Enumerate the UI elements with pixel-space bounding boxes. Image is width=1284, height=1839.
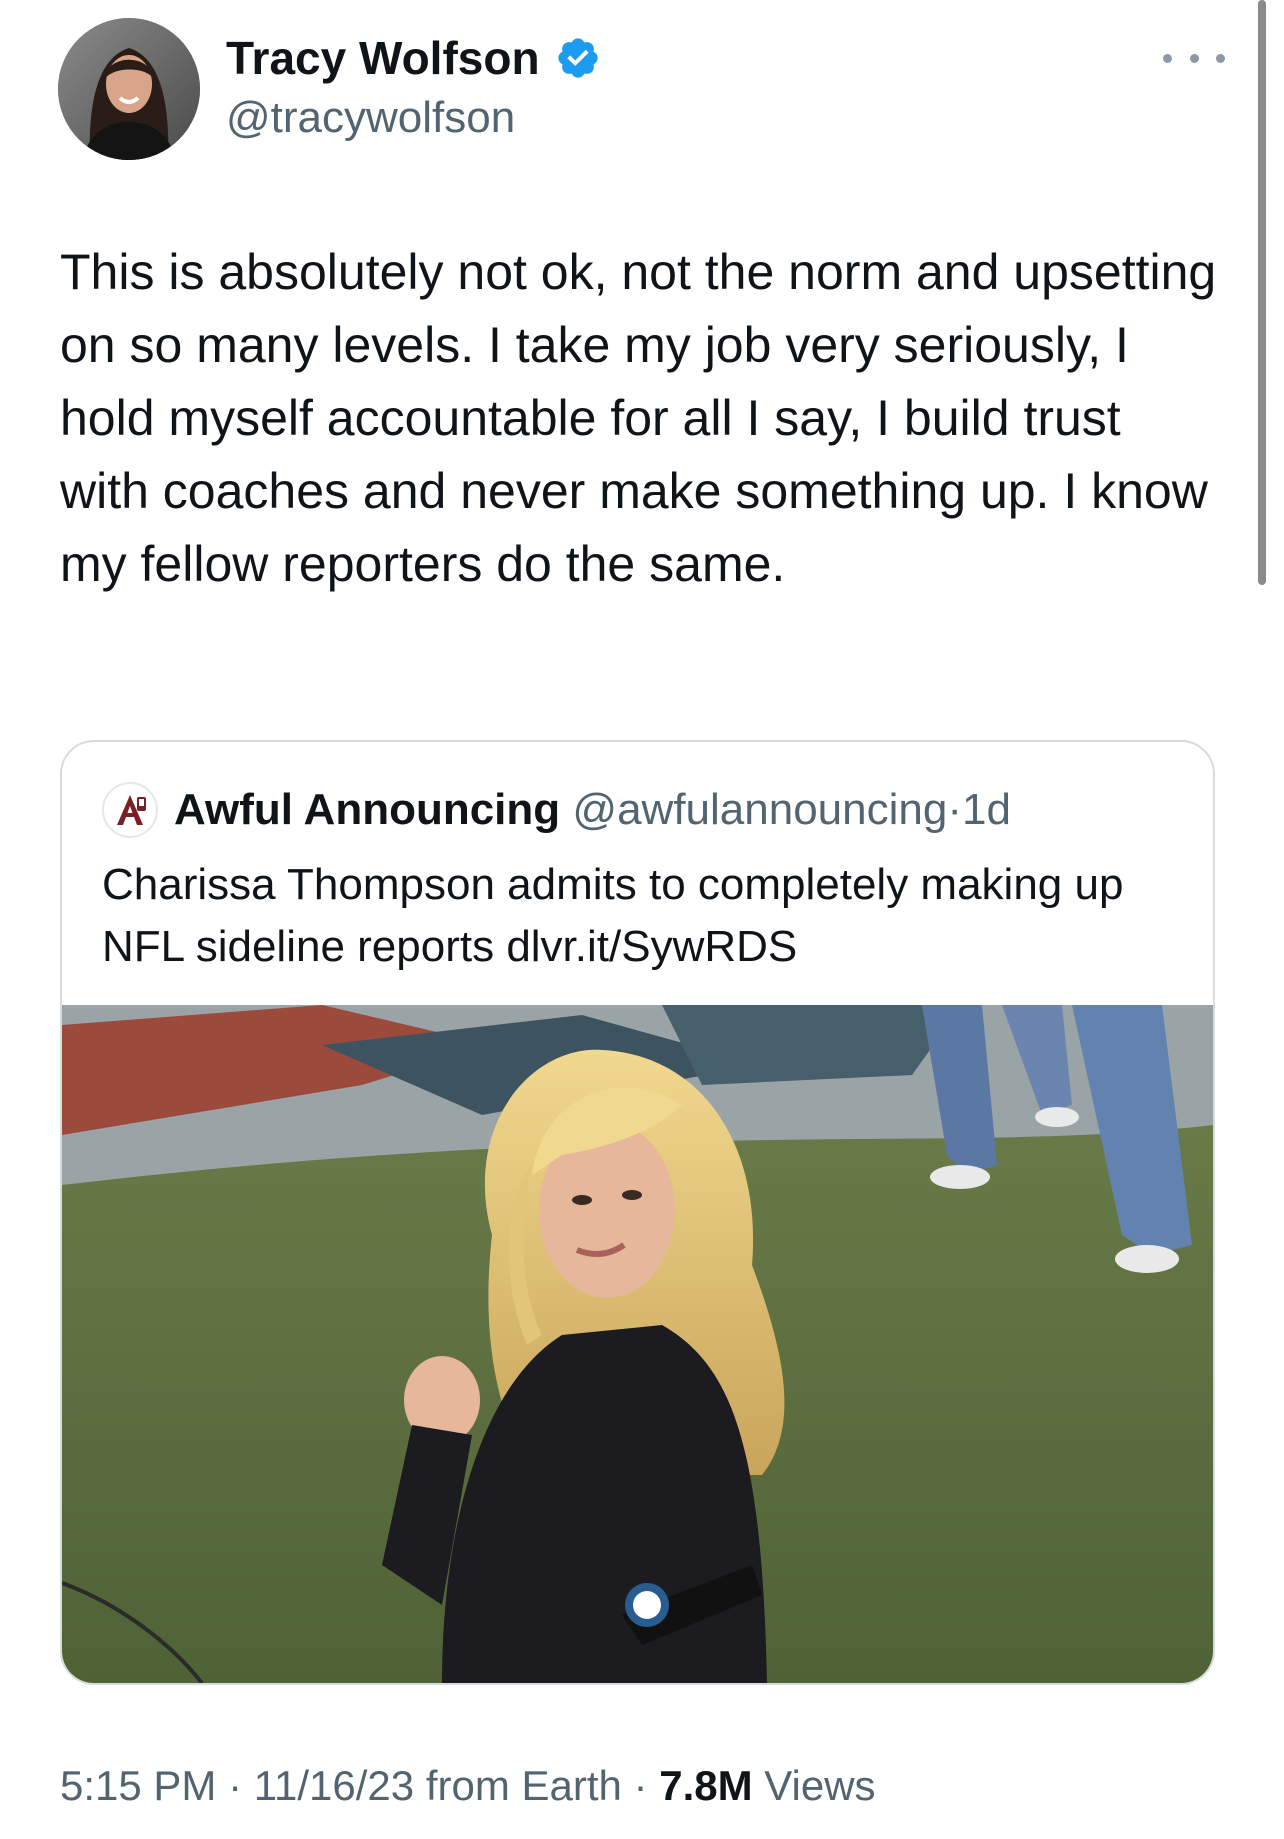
quote-author-name[interactable]: Awful Announcing [174, 785, 560, 834]
author-handle[interactable]: @tracywolfson [226, 90, 515, 146]
avatar-photo-icon [58, 18, 200, 160]
ellipsis-dot [1189, 53, 1199, 63]
quote-separator: · [947, 785, 962, 834]
tweet-date[interactable]: 11/16/23 [254, 1762, 414, 1809]
scrollbar[interactable] [1258, 0, 1266, 585]
quote-text: Charissa Thompson admits to completely m… [102, 860, 1124, 971]
quote-author-handle[interactable]: @awfulannouncing [572, 785, 947, 834]
ellipsis-dot [1216, 53, 1225, 63]
author-name[interactable]: Tracy Wolfson [226, 28, 540, 88]
meta-separator: · [228, 1762, 243, 1809]
quoted-tweet-card[interactable]: Awful Announcing @awfulannouncing·1d Cha… [60, 740, 1215, 1685]
tweet-text: This is absolutely not ok, not the norm … [60, 244, 1217, 592]
quote-header: Awful Announcing @awfulannouncing·1d [174, 780, 1011, 840]
views-label: Views [764, 1762, 876, 1809]
photo-sideline-reporter-icon [62, 1005, 1213, 1683]
quote-media-image[interactable] [62, 1005, 1213, 1683]
tweet-time[interactable]: 5:15 PM [60, 1762, 216, 1809]
awful-announcing-logo-icon [105, 785, 155, 835]
tweet-meta: 5:15 PM · 11/16/23 from Earth · 7.8M Vie… [60, 1758, 876, 1814]
views-count[interactable]: 7.8M [659, 1762, 752, 1809]
tweet-source: from Earth [425, 1762, 622, 1809]
quote-age[interactable]: 1d [962, 785, 1011, 834]
quote-avatar[interactable] [102, 782, 158, 838]
ellipsis-dot [1163, 53, 1172, 63]
meta-separator: · [633, 1762, 648, 1809]
author-avatar[interactable] [58, 18, 200, 160]
ellipsis-icon[interactable] [1163, 40, 1225, 76]
verified-badge-icon[interactable] [555, 35, 601, 81]
